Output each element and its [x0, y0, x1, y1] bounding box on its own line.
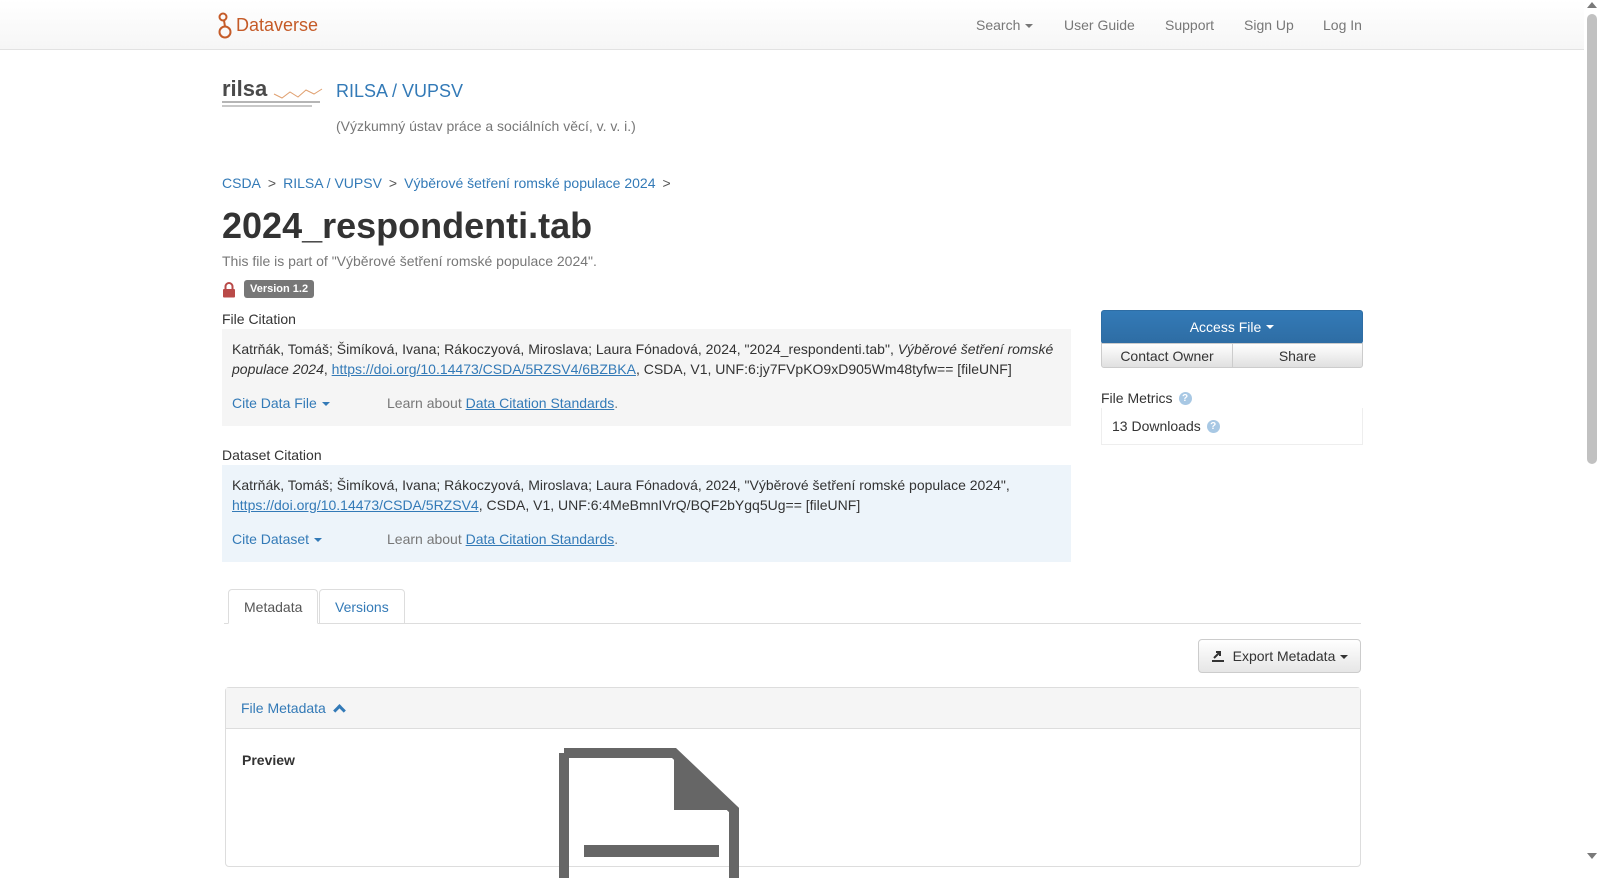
contact-owner-button[interactable]: Contact Owner: [1101, 343, 1233, 368]
file-citation-box: Katrňák, Tomáš; Šimíková, Ivana; Rákoczy…: [222, 329, 1071, 426]
data-citation-standards-link[interactable]: Data Citation Standards: [466, 395, 615, 411]
help-icon[interactable]: ?: [1206, 419, 1220, 433]
top-navbar: Dataverse Search User Guide Support Sign…: [0, 0, 1584, 50]
page-title: 2024_respondenti.tab: [222, 205, 593, 246]
share-button[interactable]: Share: [1232, 343, 1363, 368]
dataset-citation-unf: , CSDA, V1, UNF:6:4MeBmnIVrQ/BQF2bYgq5Ug…: [478, 497, 861, 513]
tab-versions[interactable]: Versions: [319, 589, 405, 624]
file-metadata-toggle[interactable]: File Metadata: [226, 688, 1360, 729]
file-citation-comma: ,: [323, 361, 332, 377]
file-icon: [559, 748, 739, 878]
lock-icon: [223, 282, 235, 298]
learn-about-text: Learn about Data Citation Standards.: [387, 529, 618, 549]
breadcrumb-item-csda[interactable]: CSDA: [222, 175, 261, 191]
dataverse-name-link[interactable]: RILSA / VUPSV: [336, 81, 463, 102]
file-citation-label: File Citation: [222, 311, 296, 327]
learn-prefix: Learn about: [387, 395, 466, 411]
brand-text[interactable]: Dataverse: [236, 15, 318, 36]
dataset-citation-label: Dataset Citation: [222, 447, 322, 463]
preview-label: Preview: [242, 752, 295, 768]
file-metrics-box: 13 Downloads?: [1101, 408, 1363, 445]
search-menu-label[interactable]: Search: [976, 17, 1020, 33]
brand-link[interactable]: Dataverse: [218, 9, 318, 41]
log-in-link[interactable]: Log In: [1323, 16, 1362, 34]
export-metadata-button[interactable]: Export Metadata: [1198, 639, 1361, 673]
user-guide-link[interactable]: User Guide: [1064, 16, 1135, 34]
search-menu[interactable]: Search: [976, 16, 1034, 34]
caret-down-icon: [1340, 655, 1349, 660]
dataset-citation-text: Katrňák, Tomáš; Šimíková, Ivana; Rákoczy…: [232, 475, 1061, 515]
access-file-label[interactable]: Access File: [1190, 319, 1262, 335]
downloads-count: 13 Downloads?: [1112, 418, 1220, 434]
access-file-button[interactable]: Access File: [1101, 310, 1363, 344]
file-metadata-panel: File Metadata Preview: [225, 687, 1361, 878]
breadcrumb: CSDA > RILSA / VUPSV > Výběrové šetření …: [222, 175, 678, 191]
dataset-citation-doi-link[interactable]: https://doi.org/10.14473/CSDA/5RZSV4: [232, 497, 479, 513]
caret-down-icon: [1266, 325, 1275, 329]
file-citation-text: Katrňák, Tomáš; Šimíková, Ivana; Rákoczy…: [232, 339, 1061, 379]
dataverse-affiliation: (Výzkumný ústav práce a sociálních věcí,…: [336, 118, 636, 134]
cite-data-file-label[interactable]: Cite Data File: [232, 395, 317, 411]
file-citation-unf: , CSDA, V1, UNF:6:jy7FVpKO9xD905Wm48tyfw…: [635, 361, 1012, 377]
caret-down-icon: [1025, 24, 1034, 29]
file-metrics-label: File Metrics: [1101, 390, 1173, 406]
dataverse-logo[interactable]: rilsa: [222, 76, 324, 110]
chevron-up-icon[interactable]: [332, 704, 346, 717]
file-citation-actions: Cite Data File Learn about Data Citation…: [232, 393, 1061, 413]
support-link[interactable]: Support: [1165, 16, 1214, 34]
file-citation-doi-link[interactable]: https://doi.org/10.14473/CSDA/5RZSV4/6BZ…: [332, 361, 636, 377]
export-metadata-label[interactable]: Export Metadata: [1233, 648, 1336, 664]
dataset-citation-authors: Katrňák, Tomáš; Šimíková, Ivana; Rákoczy…: [232, 477, 1010, 493]
breadcrumb-separator: >: [267, 175, 277, 191]
breadcrumb-item-dataset[interactable]: Výběrové šetření romské populace 2024: [404, 175, 655, 191]
dataset-citation-actions: Cite Dataset Learn about Data Citation S…: [232, 529, 1061, 549]
cite-data-file-button[interactable]: Cite Data File: [232, 393, 387, 413]
dataverse-logo-text: rilsa: [222, 76, 268, 101]
page-scrollbar[interactable]: [1584, 0, 1600, 861]
data-citation-standards-link[interactable]: Data Citation Standards: [466, 531, 615, 547]
breadcrumb-item-rilsa[interactable]: RILSA / VUPSV: [283, 175, 382, 191]
learn-about-text: Learn about Data Citation Standards.: [387, 393, 618, 413]
export-icon: [1211, 651, 1224, 662]
scroll-up-arrow[interactable]: [1587, 2, 1597, 8]
file-part-of-text: This file is part of "Výběrové šetření r…: [222, 253, 597, 269]
version-badge: Version 1.2: [244, 280, 315, 298]
breadcrumb-separator: >: [662, 175, 671, 191]
dataset-citation-box: Katrňák, Tomáš; Šimíková, Ivana; Rákoczy…: [222, 465, 1071, 562]
file-metrics-title: File Metrics?: [1101, 390, 1192, 406]
tab-metadata[interactable]: Metadata: [228, 589, 319, 624]
cite-dataset-button[interactable]: Cite Dataset: [232, 529, 387, 549]
breadcrumb-separator: >: [388, 175, 398, 191]
file-citation-authors: Katrňák, Tomáš; Šimíková, Ivana; Rákoczy…: [232, 341, 898, 357]
cite-dataset-label[interactable]: Cite Dataset: [232, 531, 309, 547]
sign-up-link[interactable]: Sign Up: [1244, 16, 1294, 34]
scroll-down-arrow[interactable]: [1587, 853, 1597, 859]
file-metadata-heading[interactable]: File Metadata: [241, 700, 326, 716]
downloads-label: 13 Downloads: [1112, 418, 1201, 434]
learn-prefix: Learn about: [387, 531, 466, 547]
dataverse-logo-icon: [218, 12, 232, 39]
caret-down-icon: [321, 402, 330, 407]
scroll-thumb[interactable]: [1587, 14, 1597, 464]
learn-suffix: .: [614, 531, 619, 547]
caret-down-icon: [314, 538, 323, 543]
help-icon[interactable]: ?: [1178, 391, 1192, 405]
learn-suffix: .: [614, 395, 619, 411]
